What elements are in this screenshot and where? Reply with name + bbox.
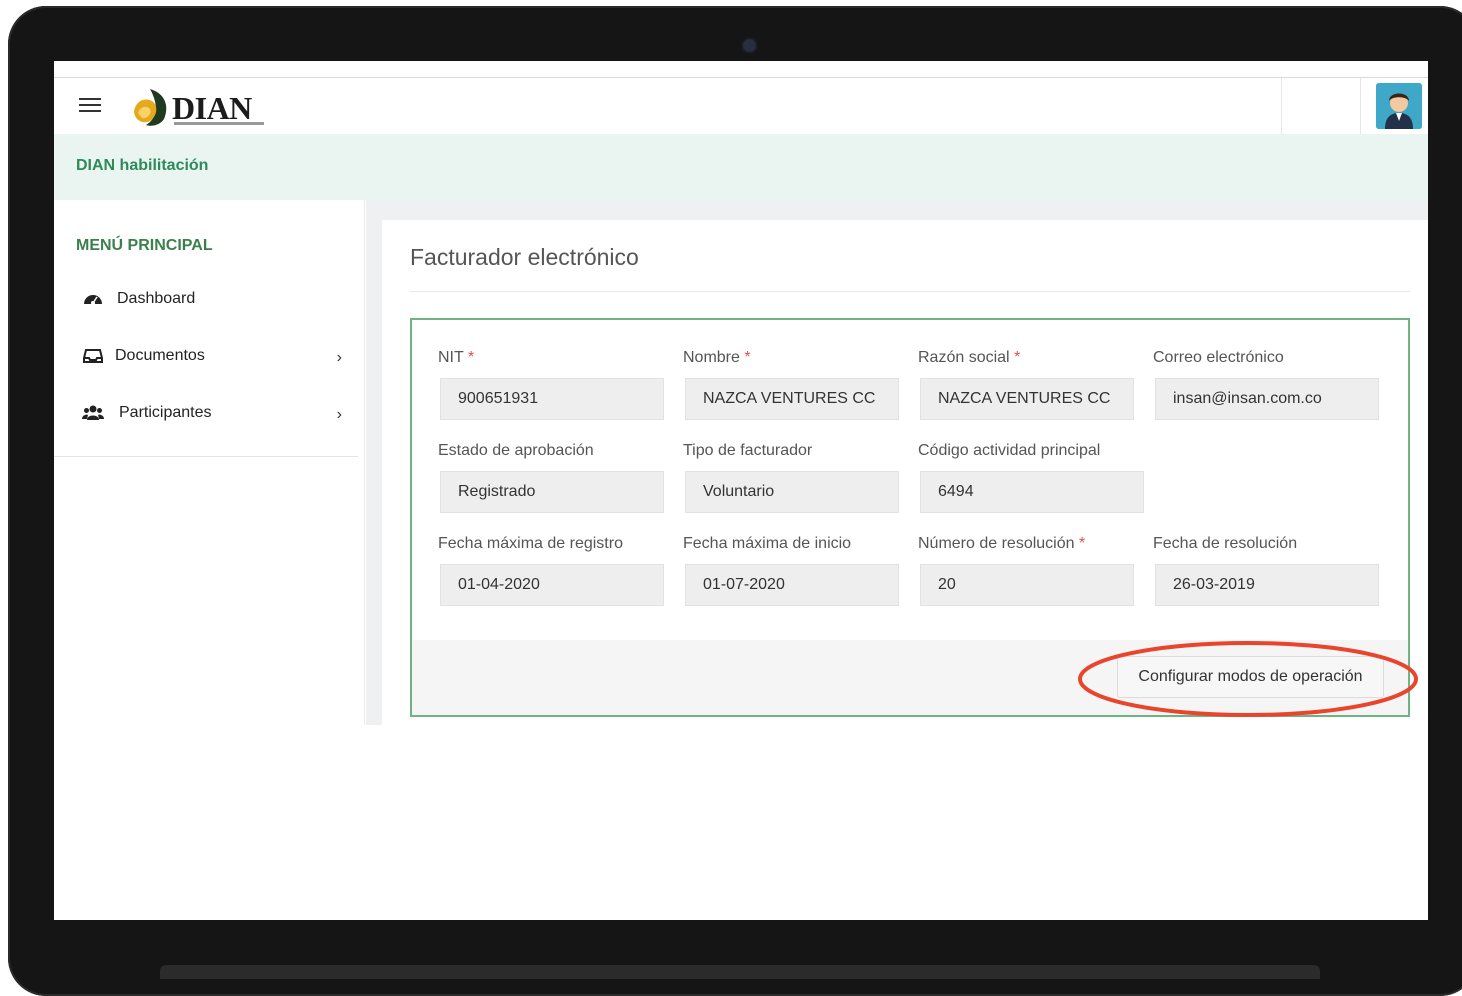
header-divider: [1360, 78, 1361, 134]
page-title: Facturador electrónico: [410, 244, 639, 270]
nit-field[interactable]: [440, 378, 664, 420]
field-label-correo: Correo electrónico: [1153, 349, 1284, 366]
field-label-codigo: Código actividad principal: [918, 442, 1101, 459]
field-label-estado: Estado de aprobación: [438, 442, 594, 459]
title-divider: [410, 291, 1410, 292]
hamburger-menu-icon[interactable]: [79, 94, 101, 116]
field-label-fecha-inicio: Fecha máxima de inicio: [683, 535, 852, 552]
fecha-resolucion-field[interactable]: [1155, 564, 1379, 606]
dian-logo-icon: [134, 89, 167, 126]
environment-label: DIAN habilitación: [76, 157, 209, 174]
blank-area: [54, 725, 1428, 920]
sidebar-item-label: Documentos: [115, 347, 205, 364]
configurar-modos-operacion-button[interactable]: Configurar modos de operación: [1117, 656, 1384, 698]
logo-subtitle-line: [174, 122, 264, 125]
screen: DIAN DIAN habilitación MENÚ PRINCIPAL Da…: [54, 61, 1428, 920]
sidebar-item-label: Dashboard: [117, 290, 196, 307]
field-label-fecha-registro: Fecha máxima de registro: [438, 535, 623, 552]
tipo-facturador-field[interactable]: [685, 471, 899, 513]
field-label-nit: NIT *: [438, 349, 475, 366]
fecha-maxima-inicio-field[interactable]: [685, 564, 899, 606]
main-band: [366, 200, 382, 725]
sidebar-item-participantes[interactable]: Participantes ›: [82, 400, 342, 430]
main-band: [366, 200, 1428, 220]
numero-resolucion-field[interactable]: [920, 564, 1134, 606]
sidebar-item-documentos[interactable]: Documentos ›: [82, 343, 342, 373]
header: DIAN: [54, 78, 1428, 134]
field-label-tipo: Tipo de facturador: [683, 442, 813, 459]
form-panel: NIT * Nombre * Razón social * Correo ele…: [410, 318, 1410, 717]
estado-aprobacion-field[interactable]: [440, 471, 664, 513]
panel-footer: Configurar modos de operación: [412, 640, 1408, 715]
sidebar-item-label: Participantes: [119, 404, 212, 421]
users-icon: [82, 405, 104, 420]
nombre-field[interactable]: [685, 378, 899, 420]
top-strip: [54, 61, 1428, 78]
dashboard-icon: [84, 295, 102, 305]
chevron-right-icon: ›: [336, 406, 342, 423]
fecha-maxima-registro-field[interactable]: [440, 564, 664, 606]
field-label-nombre: Nombre *: [683, 349, 751, 366]
laptop-hinge: [160, 965, 1320, 979]
sidebar-title: MENÚ PRINCIPAL: [76, 237, 213, 254]
field-label-razon-social: Razón social *: [918, 349, 1021, 366]
sidebar-divider: [54, 456, 358, 457]
environment-bar: DIAN habilitación: [54, 134, 1428, 200]
sidebar-item-dashboard[interactable]: Dashboard: [82, 286, 342, 316]
dian-logo[interactable]: DIAN: [130, 85, 270, 129]
field-label-fecha-resolucion: Fecha de resolución: [1153, 535, 1298, 552]
chevron-right-icon: ›: [336, 349, 342, 366]
header-divider: [1281, 78, 1282, 134]
camera-icon: [743, 39, 756, 52]
user-avatar-icon[interactable]: [1376, 83, 1422, 129]
razon-social-field[interactable]: [920, 378, 1134, 420]
codigo-actividad-field[interactable]: [920, 471, 1144, 513]
inbox-icon: [83, 349, 103, 363]
field-label-numero-resolucion: Número de resolución *: [918, 535, 1086, 552]
email-field[interactable]: [1155, 378, 1379, 420]
